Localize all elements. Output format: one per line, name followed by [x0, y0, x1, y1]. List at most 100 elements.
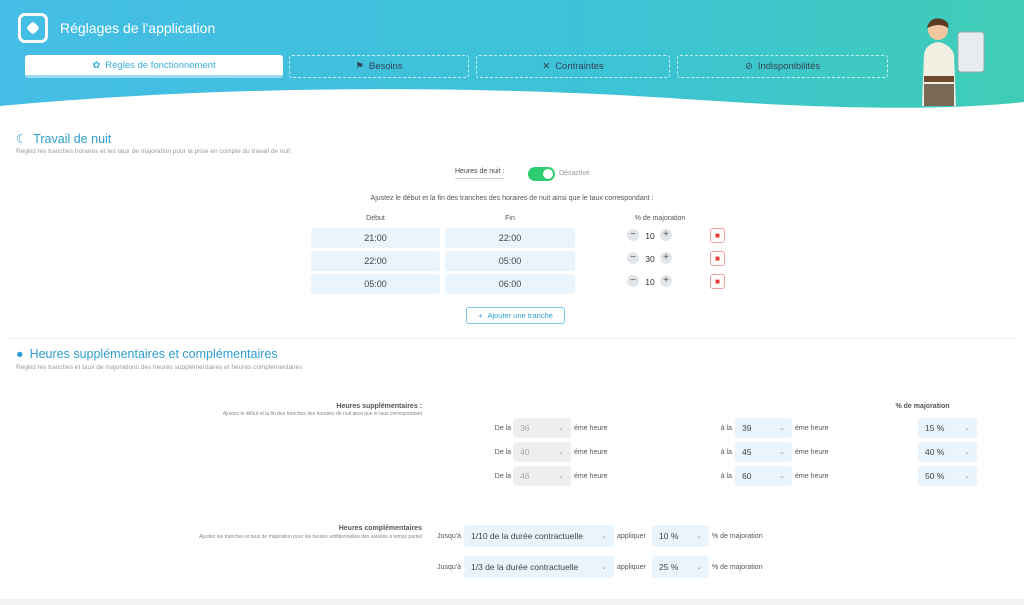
- chevron-down-icon: ⌄: [964, 425, 970, 432]
- select-value: 39: [742, 423, 752, 433]
- select-value: 40: [520, 447, 530, 457]
- rate-select[interactable]: 40 % ⌄: [918, 442, 977, 462]
- to-label: à la: [720, 449, 732, 456]
- comp-rate-select[interactable]: 10 % ⌄: [652, 525, 709, 547]
- night-section-title: ☾ Travail de nuit: [16, 131, 112, 147]
- select-value: 25 %: [659, 562, 679, 572]
- night-end-input[interactable]: 22:00: [445, 228, 575, 248]
- increment-button[interactable]: +: [660, 252, 672, 264]
- night-end-input[interactable]: 06:00: [445, 274, 575, 294]
- night-instruction: Ajustez le début et la fin des tranches …: [370, 195, 654, 202]
- suffix-label: éme heure: [574, 473, 608, 480]
- night-start-input[interactable]: 05:00: [311, 274, 440, 294]
- chevron-down-icon: ⌄: [779, 473, 785, 480]
- header-wave: [0, 89, 1024, 128]
- moon-icon: ☾: [16, 132, 28, 146]
- night-start-input[interactable]: 21:00: [311, 228, 440, 248]
- trash-icon: ■: [715, 231, 720, 240]
- select-value: 15 %: [925, 423, 945, 433]
- night-start-input[interactable]: 22:00: [311, 251, 440, 271]
- suffix-label: éme heure: [795, 425, 829, 432]
- ban-icon: ⊘: [744, 61, 753, 72]
- suffix-label: éme heure: [574, 425, 608, 432]
- apply-label: appliquer: [617, 533, 646, 540]
- to-hour-select[interactable]: 45 ⌄: [735, 442, 792, 462]
- select-value: 46: [520, 471, 530, 481]
- decrement-button[interactable]: −: [627, 252, 639, 264]
- select-value: 45: [742, 447, 752, 457]
- sup-rate-header: % de majoration: [895, 403, 950, 410]
- limit-select[interactable]: 1/3 de la durée contractuelle ⌄: [464, 556, 614, 578]
- rate-select[interactable]: 15 % ⌄: [918, 418, 977, 438]
- character-illustration: [922, 18, 985, 106]
- select-value: 1/10 de la durée contractuelle: [471, 531, 583, 541]
- overtime-subtitle: Réglez les tranches et taux de majoratio…: [16, 364, 303, 371]
- chevron-down-icon: ⌄: [601, 564, 607, 571]
- comp-rate-select[interactable]: 25 % ⌄: [652, 556, 709, 578]
- to-label: à la: [720, 425, 732, 432]
- chevron-down-icon: ⌄: [558, 425, 564, 432]
- until-label: Jusqu'à: [437, 533, 461, 540]
- suffix-label: éme heure: [795, 473, 829, 480]
- divider: [8, 338, 1018, 339]
- rate-value[interactable]: 10: [642, 277, 658, 287]
- tab-regles[interactable]: ✿ Régles de fonctionnement: [25, 55, 283, 78]
- sup-subtitle: Ajustez le début et la fin des tranches …: [222, 411, 422, 417]
- night-hours-toggle[interactable]: [528, 167, 555, 181]
- chevron-down-icon: ⌄: [779, 449, 785, 456]
- app-title: Réglages de l'application: [60, 20, 216, 36]
- suffix-label: éme heure: [795, 449, 829, 456]
- increment-button[interactable]: +: [660, 229, 672, 241]
- col-end: Fin: [505, 215, 515, 222]
- plus-icon: +: [478, 311, 483, 320]
- apply-label: appliquer: [617, 564, 646, 571]
- delete-button[interactable]: ■: [710, 274, 725, 289]
- col-rate: % de majoration: [634, 215, 686, 222]
- from-label: De la: [494, 473, 511, 480]
- select-value: 36: [520, 423, 530, 433]
- chevron-down-icon: ⌄: [964, 473, 970, 480]
- comp-label: Heures complémentaires: [338, 525, 422, 532]
- increment-button[interactable]: +: [660, 275, 672, 287]
- delete-button[interactable]: ■: [710, 251, 725, 266]
- chevron-down-icon: ⌄: [601, 533, 607, 540]
- select-value: 1/3 de la durée contractuelle: [471, 562, 579, 572]
- piggy-bank-icon: ●: [16, 347, 24, 361]
- tab-contraintes[interactable]: ✕ Contraintes: [476, 55, 670, 78]
- from-hour-select[interactable]: 40 ⌄: [513, 442, 571, 462]
- add-slot-button[interactable]: + Ajouter une tranche: [466, 307, 565, 324]
- night-hours-label: Heures de nuit :: [455, 168, 505, 179]
- to-hour-select[interactable]: 60 ⌄: [735, 466, 792, 486]
- decrement-button[interactable]: −: [627, 229, 639, 241]
- night-end-input[interactable]: 05:00: [445, 251, 575, 271]
- rate-suffix-label: % de majoration: [712, 564, 763, 571]
- limit-select[interactable]: 1/10 de la durée contractuelle ⌄: [464, 525, 614, 547]
- sup-label: Heures supplémentaires :: [336, 403, 422, 410]
- chevron-down-icon: ⌄: [558, 449, 564, 456]
- flag-icon: ⚑: [355, 61, 364, 72]
- from-hour-select[interactable]: 36 ⌄: [513, 418, 571, 438]
- delete-button[interactable]: ■: [710, 228, 725, 243]
- tab-besoins[interactable]: ⚑ Besoins: [289, 55, 469, 78]
- rate-value[interactable]: 10: [642, 231, 658, 241]
- select-value: 60: [742, 471, 752, 481]
- to-hour-select[interactable]: 39 ⌄: [735, 418, 792, 438]
- rate-select[interactable]: 50 % ⌄: [918, 466, 977, 486]
- tab-indisponibilites[interactable]: ⊘ Indisponibilités: [677, 55, 888, 78]
- rate-suffix-label: % de majoration: [712, 533, 763, 540]
- tools-icon: ✕: [542, 61, 551, 72]
- rate-value[interactable]: 30: [642, 254, 658, 264]
- chevron-down-icon: ⌄: [558, 473, 564, 480]
- until-label: Jusqu'à: [437, 564, 461, 571]
- select-value: 40 %: [925, 447, 945, 457]
- chevron-down-icon: ⌄: [779, 425, 785, 432]
- chevron-down-icon: ⌄: [964, 449, 970, 456]
- from-hour-select[interactable]: 46 ⌄: [513, 466, 571, 486]
- night-subtitle: Réglez les tranches horaires et les taux…: [16, 148, 291, 155]
- select-value: 10 %: [659, 531, 679, 541]
- decrement-button[interactable]: −: [627, 275, 639, 287]
- app-logo-icon: [18, 13, 48, 43]
- comp-subtitle: Ajustez les tranches et taux de majorati…: [199, 534, 422, 540]
- suffix-label: éme heure: [574, 449, 608, 456]
- to-label: à la: [720, 473, 732, 480]
